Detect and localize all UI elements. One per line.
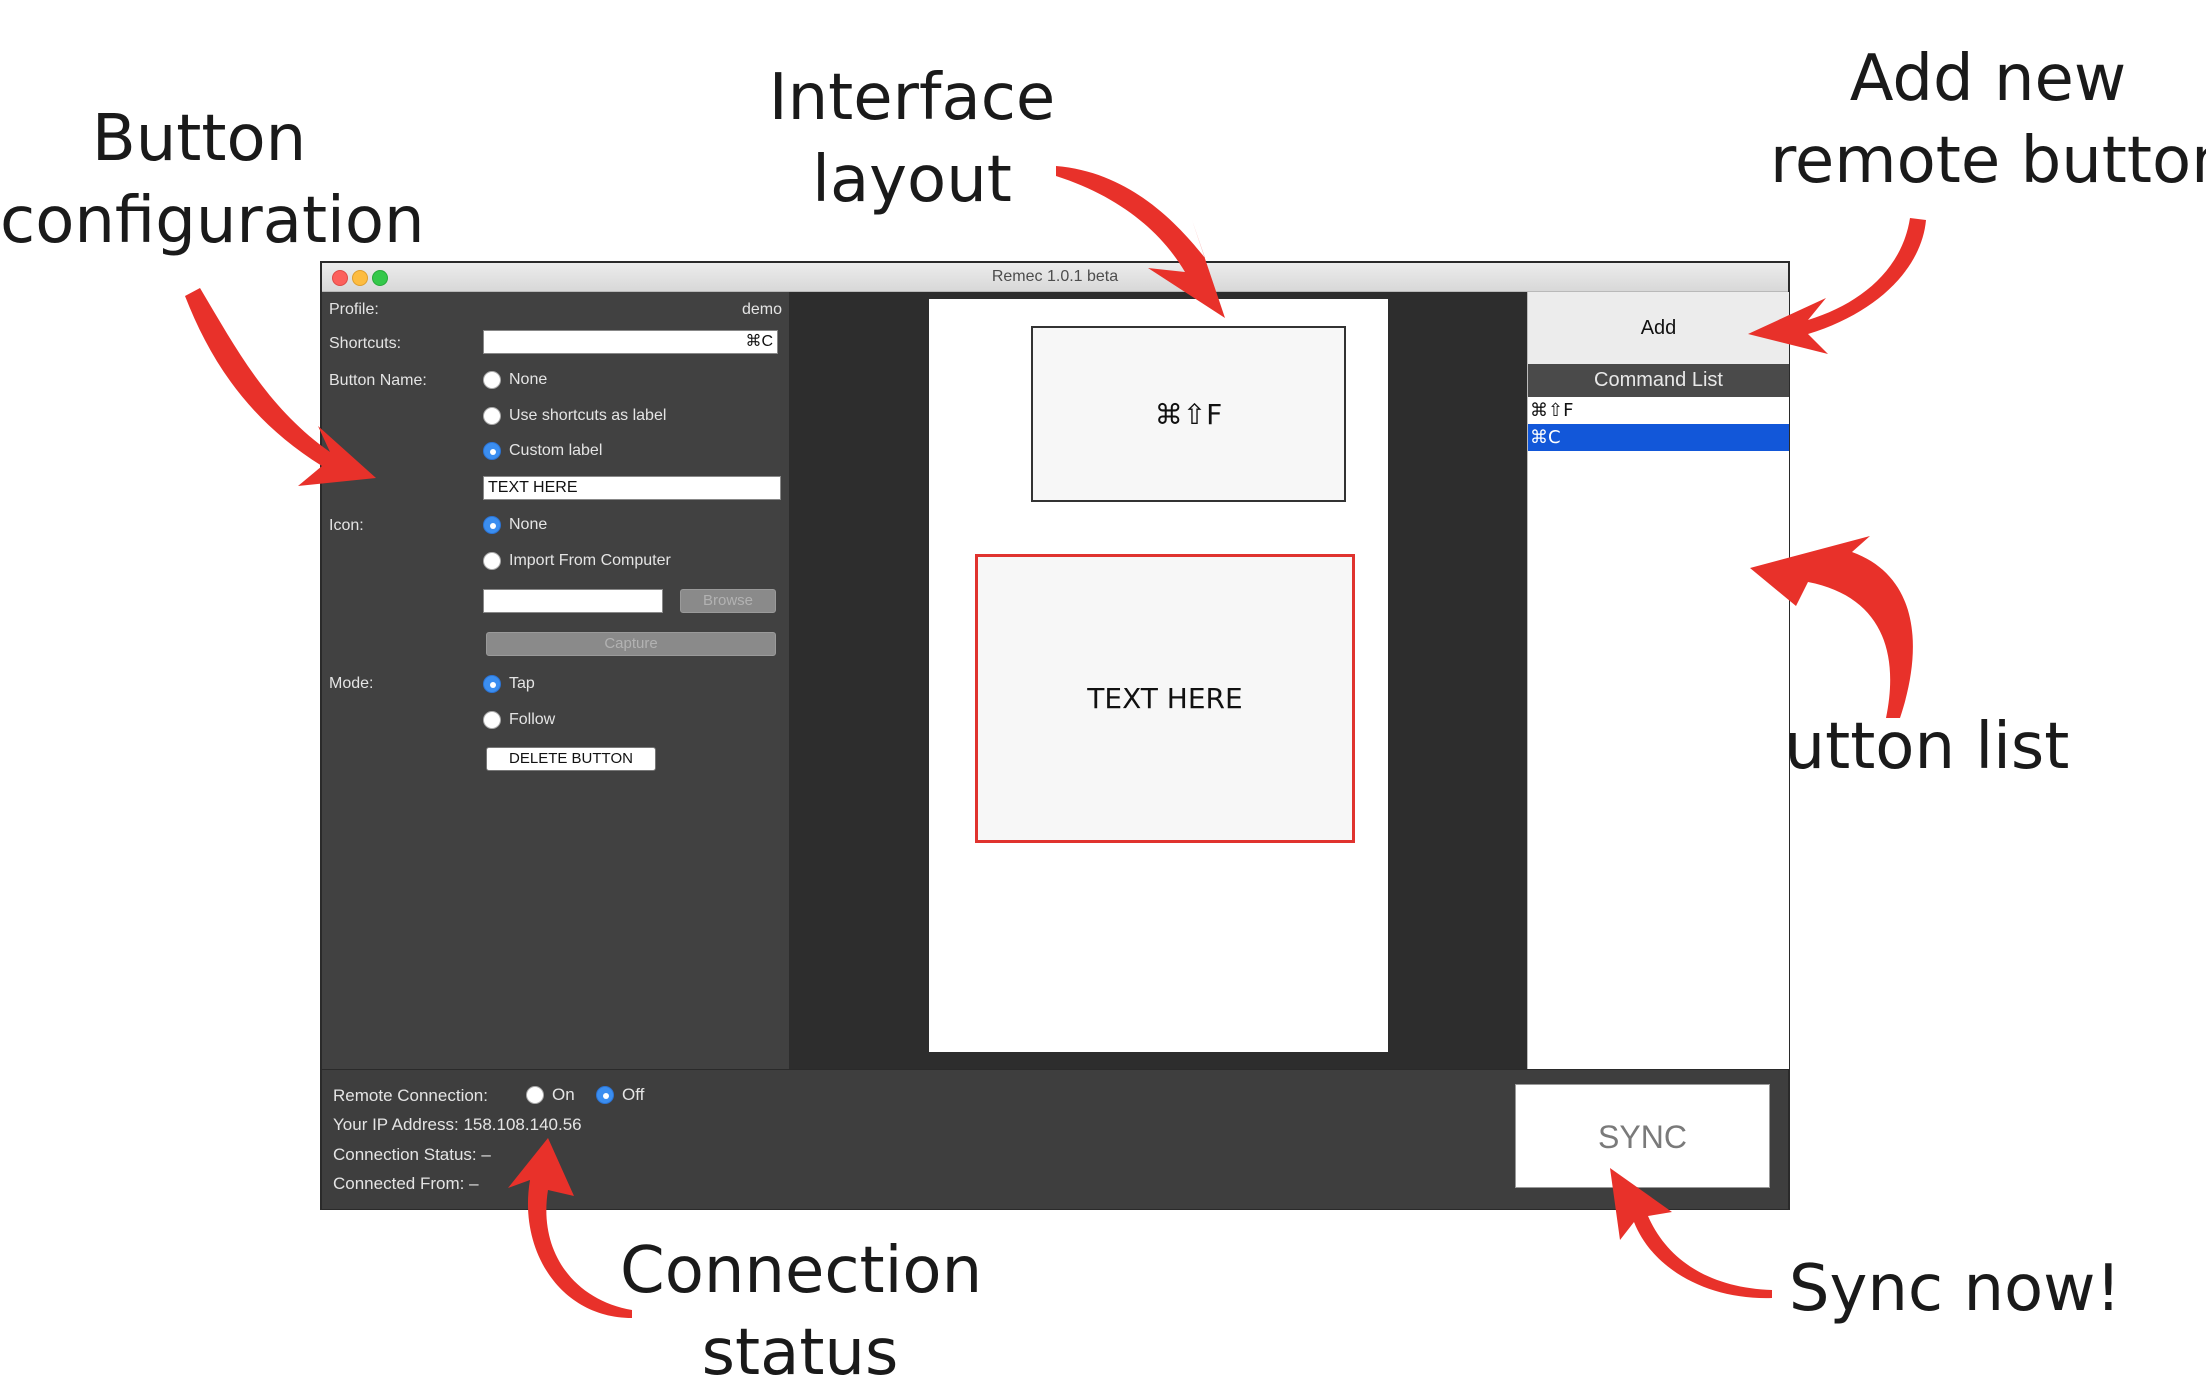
ip-address-label: Your IP Address: (333, 1115, 459, 1134)
mode-option-tap[interactable]: Tap (483, 675, 535, 693)
radio-label: On (552, 1085, 575, 1104)
command-list-item-selected[interactable]: ⌘C (1528, 424, 1789, 451)
connection-status-row: Connection Status: – (333, 1145, 491, 1165)
remote-button-selected[interactable]: TEXT HERE (975, 554, 1355, 843)
command-list-item[interactable]: ⌘⇧F (1528, 397, 1789, 424)
mode-option-follow[interactable]: Follow (483, 711, 555, 729)
remote-connection-off[interactable]: Off (596, 1085, 644, 1105)
app-window: Remec 1.0.1 beta Profile: demo Shortcuts… (322, 263, 1789, 1209)
radio-button[interactable] (526, 1086, 544, 1104)
ip-address-row: Your IP Address: 158.108.140.56 (333, 1115, 582, 1135)
icon-option-none[interactable]: None (483, 516, 547, 534)
add-button[interactable]: Add (1528, 292, 1789, 365)
command-list-header: Command List (1528, 364, 1789, 397)
remote-connection-label: Remote Connection: (333, 1086, 488, 1105)
button-name-label: Button Name: (329, 372, 427, 389)
radio-button[interactable] (483, 371, 501, 389)
connected-from-value: – (469, 1174, 479, 1193)
profile-value: demo (741, 301, 782, 318)
button-configuration-panel: Profile: demo Shortcuts: ⌘C Button Name:… (322, 292, 789, 1069)
remote-connection-on[interactable]: On (526, 1085, 575, 1105)
radio-label: None (509, 516, 548, 533)
connection-status-label: Connection Status: (333, 1145, 477, 1164)
radio-button[interactable] (483, 711, 501, 729)
radio-label: Tap (509, 675, 535, 692)
radio-label: Use shortcuts as label (509, 407, 667, 424)
button-name-option-none[interactable]: None (483, 371, 547, 389)
icon-option-import[interactable]: Import From Computer (483, 552, 671, 570)
annotation-button-configuration: Button configuration (0, 102, 425, 258)
icon-path-field[interactable] (483, 589, 663, 613)
interface-layout-area: ⌘⇧F TEXT HERE (789, 292, 1527, 1069)
radio-button[interactable] (483, 552, 501, 570)
shortcuts-field[interactable]: ⌘C (483, 330, 778, 354)
radio-button-selected[interactable] (596, 1086, 614, 1104)
radio-button-selected[interactable] (483, 516, 501, 534)
remote-canvas[interactable]: ⌘⇧F TEXT HERE (929, 299, 1388, 1052)
custom-label-field[interactable]: TEXT HERE (483, 476, 781, 500)
mode-label: Mode: (329, 675, 374, 692)
radio-label: Custom label (509, 442, 603, 459)
window-title: Remec 1.0.1 beta (991, 268, 1119, 285)
radio-label: Import From Computer (509, 552, 671, 569)
button-name-option-shortcuts[interactable]: Use shortcuts as label (483, 407, 666, 425)
annotation-add-new-remote-button: Add new remote button (1770, 42, 2206, 198)
icon-label: Icon: (329, 517, 364, 534)
browse-button[interactable]: Browse (680, 589, 776, 613)
connection-status-bar: Remote Connection: On Off Your IP Addres… (322, 1069, 1788, 1209)
title-bar[interactable]: Remec 1.0.1 beta (322, 263, 1788, 292)
capture-button[interactable]: Capture (486, 632, 776, 656)
annotation-sync-now: Sync now! (1788, 1252, 2122, 1326)
radio-label: None (509, 371, 548, 388)
radio-label: Follow (509, 711, 556, 728)
connected-from-label: Connected From: (333, 1174, 465, 1193)
delete-button[interactable]: DELETE BUTTON (486, 747, 656, 771)
command-list-panel: Add Command List ⌘⇧F ⌘C (1527, 292, 1789, 1069)
profile-label: Profile: (329, 301, 379, 318)
radio-label: Off (622, 1085, 645, 1104)
ip-address-value: 158.108.140.56 (463, 1115, 582, 1134)
sync-button[interactable]: SYNC (1515, 1084, 1770, 1188)
radio-button-selected[interactable] (483, 442, 501, 460)
annotation-interface-layout: Interface layout (768, 61, 1056, 217)
shortcuts-label: Shortcuts: (329, 335, 402, 352)
remote-button[interactable]: ⌘⇧F (1031, 326, 1346, 502)
connected-from-row: Connected From: – (333, 1174, 479, 1194)
radio-button-selected[interactable] (483, 675, 501, 693)
connection-status-value: – (481, 1145, 491, 1164)
button-name-option-custom[interactable]: Custom label (483, 442, 602, 460)
annotation-button-list: Button list (1740, 710, 2070, 784)
annotation-connection-status: Connection status (620, 1234, 983, 1390)
radio-button[interactable] (483, 407, 501, 425)
